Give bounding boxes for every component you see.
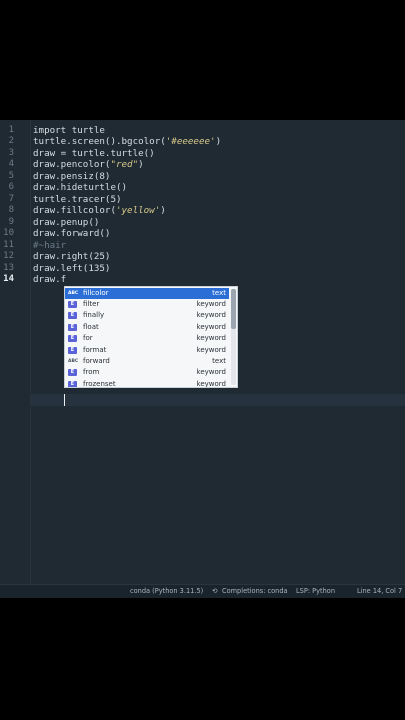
autocomplete-item-kind: keyword [196, 368, 226, 377]
autocomplete-item-label: forward [83, 356, 110, 365]
autocomplete-item[interactable]: ABC fillcolor text [65, 287, 229, 299]
line-number: 5 [8, 170, 14, 181]
code-line[interactable]: #~hair [33, 240, 66, 252]
keyword-icon: E [68, 380, 77, 387]
autocomplete-item[interactable]: Efor keyword [65, 333, 229, 344]
string-literal: "red" [110, 159, 139, 170]
line-number: 1 [8, 124, 14, 135]
code-text: draw.hideturtle() [33, 182, 128, 193]
string-literal: 'yellow' [115, 205, 161, 216]
autocomplete-item-kind: text [212, 288, 226, 297]
autocomplete-item-kind: keyword [196, 311, 226, 320]
autocomplete-item-label: from [83, 368, 100, 377]
line-number: 10 [3, 228, 14, 238]
line-number: 11 [3, 239, 14, 250]
autocomplete-item[interactable]: Efilter keyword [65, 299, 229, 310]
autocomplete-item[interactable]: Efrozenset keyword [65, 379, 229, 388]
code-text: turtle.tracer(5) [33, 193, 122, 205]
code-line[interactable]: draw.left(135) [33, 263, 110, 275]
autocomplete-scrollbar[interactable] [231, 289, 236, 385]
autocomplete-item-label: float [83, 322, 99, 331]
code-line[interactable]: draw.hideturtle() [33, 182, 127, 194]
keyword-icon: E [68, 335, 77, 343]
autocomplete-item[interactable]: ABC forward text [65, 356, 229, 367]
text-icon: ABC [68, 290, 79, 296]
code-text: draw.fillcolor( [33, 205, 116, 216]
line-number: 8 [8, 205, 14, 215]
autocomplete-item-label: for [83, 334, 93, 343]
line-number: 13 [3, 262, 14, 273]
code-text: ) [215, 136, 222, 147]
text-icon: ABC [68, 358, 79, 364]
code-text: ) [138, 159, 144, 170]
autocomplete-item[interactable]: Efinally keyword [65, 310, 229, 321]
code-text: draw.left(135) [33, 262, 111, 274]
autocomplete-item-label: format [83, 345, 107, 354]
code-line[interactable]: import turtle [33, 125, 105, 137]
line-number: 4 [8, 159, 14, 169]
status-completions[interactable]: Completions: conda [222, 585, 288, 598]
code-text: draw.penup() [33, 216, 100, 228]
code-text: draw.pensiz(8) [33, 170, 111, 182]
code-line[interactable]: draw.fillcolor('yellow') [33, 205, 166, 217]
code-line[interactable]: draw.pensiz(8) [33, 171, 110, 183]
autocomplete-item-kind: keyword [196, 334, 226, 343]
autocomplete-popup[interactable]: ABC fillcolor text Efilter keyword Efinally ke… [64, 286, 238, 388]
line-number-gutter: 1 2 3 4 5 6 7 8 9 10 11 12 13 14 [0, 120, 31, 584]
autocomplete-item-kind: text [212, 356, 226, 365]
autocomplete-item-kind: keyword [196, 322, 226, 331]
autocomplete-item-label: frozenset [83, 379, 116, 388]
autocomplete-item[interactable]: Efloat keyword [65, 322, 229, 333]
autocomplete-item-kind: keyword [196, 379, 226, 388]
code-text: import turtle [33, 124, 105, 136]
autocomplete-item-label: filter [83, 299, 100, 308]
keyword-icon: E [68, 369, 77, 377]
line-number: 3 [8, 147, 14, 158]
code-line[interactable]: draw.right(25) [33, 251, 110, 263]
line-number: 2 [8, 136, 14, 146]
autocomplete-item-kind: keyword [196, 345, 226, 354]
code-text: draw.pencolor( [33, 159, 111, 170]
code-line[interactable]: draw.f [33, 274, 66, 286]
keyword-icon: E [68, 312, 77, 320]
line-number: 6 [8, 182, 14, 192]
line-number: 9 [8, 216, 14, 227]
string-literal: '#eeeeee' [165, 136, 216, 147]
code-line[interactable]: draw.forward() [33, 228, 110, 240]
keyword-icon: E [68, 323, 77, 331]
autocomplete-item-label: fillcolor [83, 288, 109, 297]
code-text: draw.right(25) [33, 251, 111, 262]
code-line[interactable]: draw.penup() [33, 217, 99, 229]
sync-icon: ⟲ [212, 587, 218, 595]
code-text: draw.forward() [33, 228, 111, 239]
autocomplete-item-label: finally [83, 311, 105, 320]
autocomplete-item[interactable]: Efrom keyword [65, 367, 229, 378]
code-text: turtle.screen().bgcolor( [33, 136, 166, 147]
code-text: draw = turtle.turtle() [33, 147, 155, 159]
status-bar: conda (Python 3.11.5) ⟲ Completions: con… [0, 584, 405, 598]
code-line[interactable]: draw.pencolor("red") [33, 159, 144, 171]
line-number: 12 [3, 251, 14, 261]
keyword-icon: E [68, 346, 77, 354]
status-env[interactable]: conda (Python 3.11.5) [130, 585, 203, 598]
autocomplete-item-kind: keyword [196, 299, 226, 308]
code-line[interactable]: turtle.screen().bgcolor('#eeeeee') [33, 136, 221, 148]
code-text: draw.f [33, 274, 67, 285]
autocomplete-scrollbar-thumb[interactable] [231, 289, 236, 329]
autocomplete-item[interactable]: Eformat keyword [65, 345, 229, 356]
code-line[interactable]: draw = turtle.turtle() [33, 148, 155, 160]
code-line[interactable]: turtle.tracer(5) [33, 194, 122, 206]
keyword-icon: E [68, 300, 77, 308]
status-position[interactable]: Line 14, Col 7 [357, 585, 402, 598]
text-cursor [64, 394, 65, 406]
code-text: ) [160, 205, 166, 216]
line-number: 7 [8, 193, 14, 204]
line-number: 14 [3, 274, 14, 284]
status-lsp[interactable]: LSP: Python [296, 585, 335, 598]
comment-text: #~hair [33, 239, 67, 251]
